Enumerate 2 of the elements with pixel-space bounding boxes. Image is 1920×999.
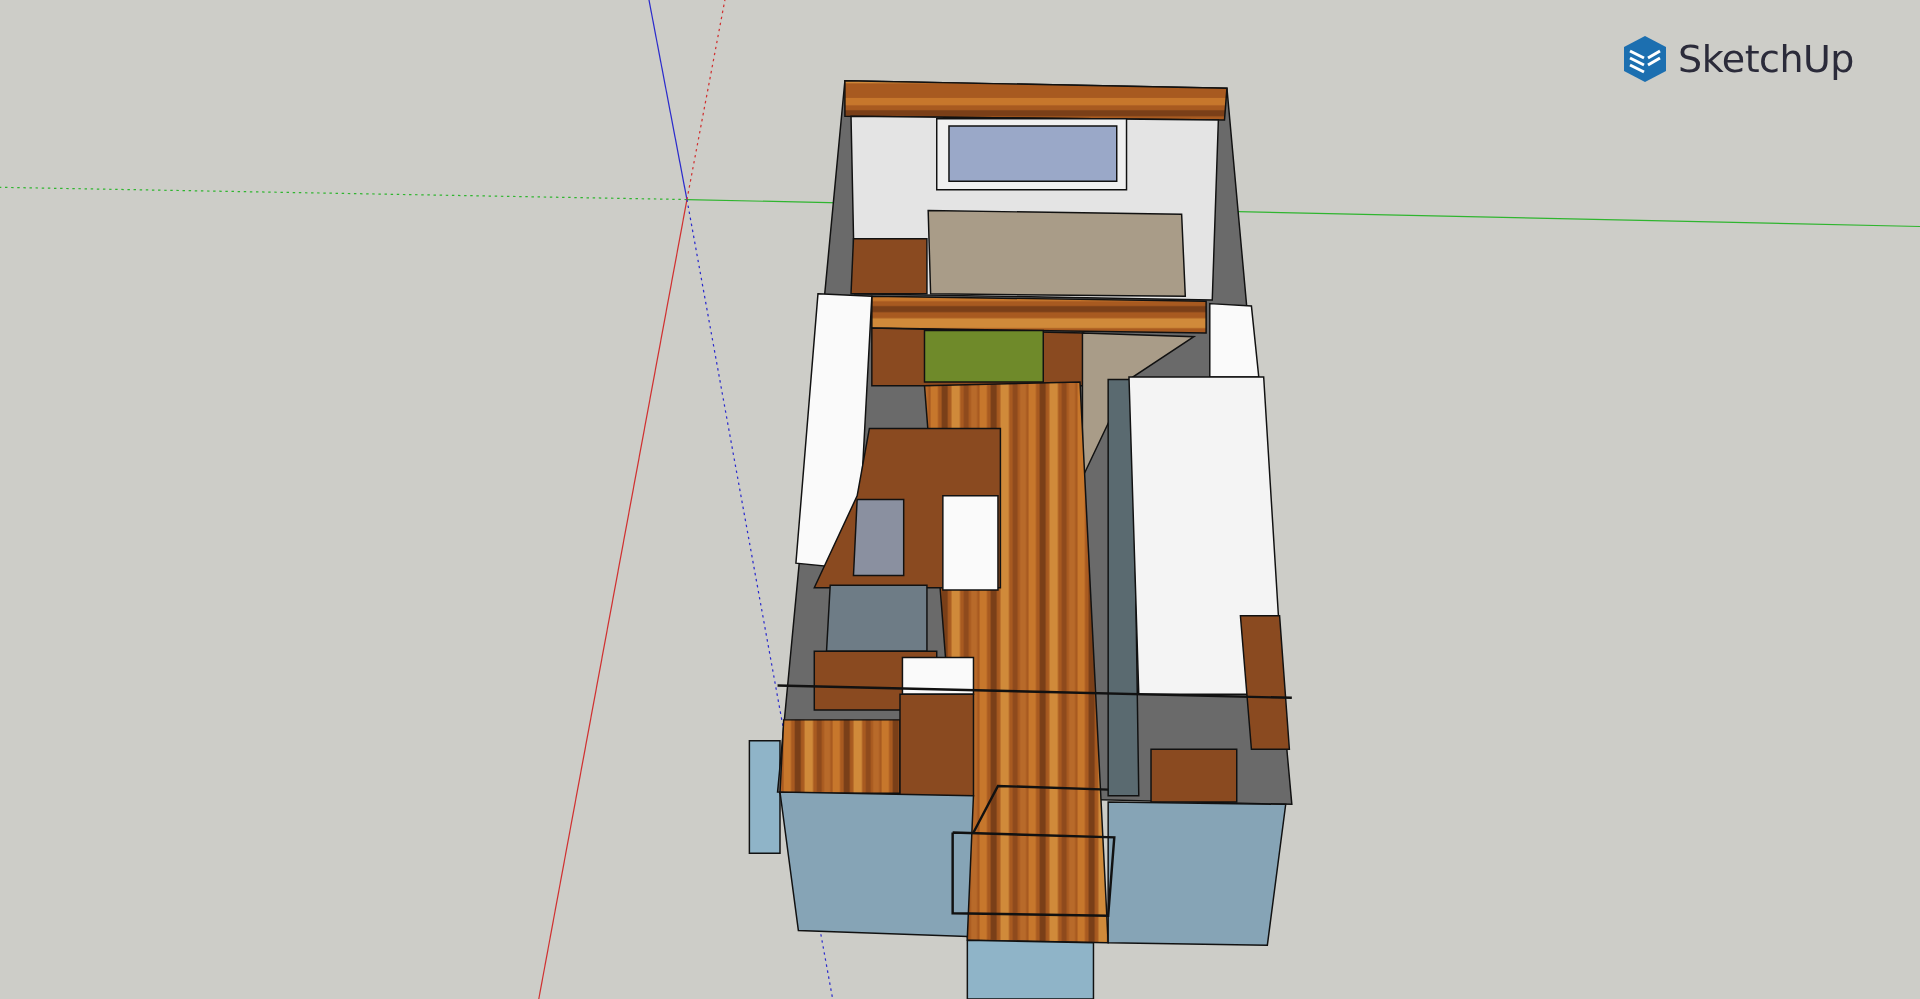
cube-logo-icon — [1622, 34, 1669, 84]
logo-wordmark: SketchUp — [1678, 37, 1854, 81]
